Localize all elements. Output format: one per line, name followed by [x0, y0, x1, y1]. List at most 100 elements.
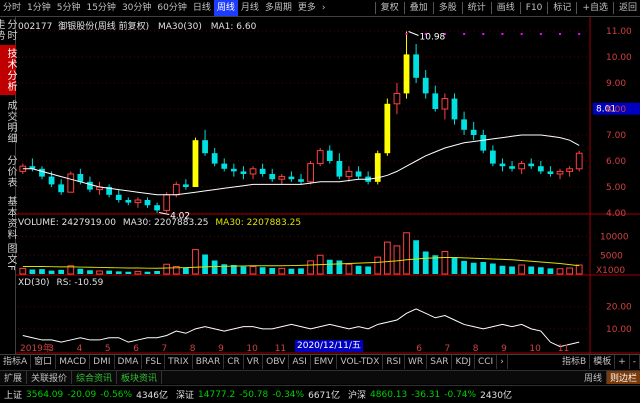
candle[interactable] — [240, 166, 247, 180]
candle[interactable] — [566, 166, 573, 177]
candle[interactable] — [211, 148, 218, 167]
candle[interactable] — [58, 179, 65, 195]
indicator-more[interactable]: › — [497, 355, 508, 369]
indicator-tab-8[interactable]: CR — [224, 355, 244, 369]
action-button-6[interactable]: 标记 — [550, 0, 574, 16]
action-button-2[interactable]: 多股 — [436, 0, 460, 16]
candle[interactable] — [183, 179, 189, 190]
candle[interactable] — [547, 166, 554, 177]
candle[interactable] — [365, 171, 372, 185]
side-tab-4[interactable]: 基本资料 — [0, 195, 16, 241]
candle[interactable] — [393, 83, 401, 115]
action-button-7[interactable]: +自选 — [579, 0, 611, 16]
candle[interactable] — [115, 189, 122, 203]
indicator-right-0[interactable]: 指标B — [559, 355, 591, 369]
indicator-tab-5[interactable]: FSL — [142, 355, 166, 369]
period-tab-10[interactable]: 更多 — [295, 0, 319, 16]
ext-tab-2[interactable]: 综合资讯 — [72, 371, 118, 384]
candle[interactable] — [288, 171, 295, 182]
candle[interactable] — [556, 168, 564, 180]
ext-tab-1[interactable]: 关联报价 — [27, 371, 73, 384]
sidebar-toggle[interactable]: 则边栏 — [606, 371, 640, 384]
side-tab-3[interactable]: 分价表 — [0, 149, 16, 193]
ext-tab-3[interactable]: 板块资讯 — [117, 371, 163, 384]
candle[interactable] — [374, 150, 381, 185]
side-tab-graphics[interactable]: 图文F — [0, 237, 16, 277]
candle[interactable] — [345, 166, 353, 182]
candle[interactable] — [278, 174, 286, 185]
indicator-tab-0[interactable]: 指标A — [0, 355, 32, 369]
period-tab-4[interactable]: 30分钟 — [119, 0, 154, 16]
period-tab-6[interactable]: 日线 — [190, 0, 214, 16]
indicator-right-3[interactable]: - — [630, 355, 640, 369]
candle[interactable] — [432, 85, 439, 112]
period-tab-5[interactable]: 60分钟 — [154, 0, 189, 16]
candle[interactable] — [96, 181, 103, 195]
candle[interactable] — [489, 145, 496, 167]
indicator-tab-13[interactable]: VOL-TDX — [337, 355, 384, 369]
sz-index-name[interactable]: 深证 — [176, 388, 194, 401]
candle[interactable] — [221, 158, 228, 172]
candle[interactable] — [298, 174, 304, 185]
candle[interactable] — [403, 31, 410, 99]
candle[interactable] — [413, 44, 419, 83]
indicator-tab-3[interactable]: DMI — [90, 355, 115, 369]
candle[interactable] — [259, 163, 266, 177]
candle[interactable] — [192, 137, 199, 187]
more-arrow[interactable]: › — [319, 0, 329, 16]
period-tab-8[interactable]: 月线 — [238, 0, 262, 16]
side-tab-2[interactable]: 成交明细 — [0, 97, 16, 147]
indicator-right-1[interactable]: 模板 — [590, 355, 616, 369]
candle[interactable] — [441, 93, 449, 120]
candle[interactable] — [202, 129, 208, 156]
action-button-3[interactable]: 统计 — [465, 0, 489, 16]
indicator-tab-15[interactable]: WR — [405, 355, 428, 369]
candle[interactable] — [326, 145, 333, 164]
candle[interactable] — [154, 202, 160, 213]
period-tab-7[interactable]: 周线 — [213, 0, 238, 16]
indicator-tab-1[interactable]: 窗口 — [31, 355, 57, 369]
candle[interactable] — [422, 70, 429, 99]
action-button-0[interactable]: 复权 — [378, 0, 402, 16]
period-tab-0[interactable]: 分时 — [0, 0, 24, 16]
candle[interactable] — [39, 166, 45, 180]
candle[interactable] — [509, 161, 515, 172]
indicator-tab-10[interactable]: OBV — [263, 355, 290, 369]
candle[interactable] — [106, 184, 113, 198]
kline-chart[interactable]: 10.984.028.0111.0010.009.008.007.006.005… — [16, 17, 640, 354]
period-tab-2[interactable]: 5分钟 — [54, 0, 84, 16]
hs-index-name[interactable]: 沪深 — [348, 388, 366, 401]
indicator-tab-17[interactable]: KDJ — [452, 355, 475, 369]
indicator-tab-6[interactable]: TRIX — [165, 355, 193, 369]
candle[interactable] — [249, 166, 257, 180]
period-tab-1[interactable]: 1分钟 — [24, 0, 54, 16]
candle[interactable] — [575, 150, 583, 172]
candle[interactable] — [316, 148, 324, 167]
side-tab-1[interactable]: 技术分析 — [0, 45, 16, 95]
candle[interactable] — [451, 93, 458, 125]
candle[interactable] — [470, 122, 477, 141]
candle[interactable] — [499, 158, 506, 172]
candle[interactable] — [134, 197, 142, 208]
indicator-tab-14[interactable]: RSI — [383, 355, 406, 369]
candle[interactable] — [269, 168, 276, 182]
action-button-8[interactable]: 返回 — [616, 0, 640, 16]
candle[interactable] — [336, 153, 343, 180]
indicator-tab-4[interactable]: DMA — [115, 355, 143, 369]
candle[interactable] — [384, 98, 391, 156]
action-button-1[interactable]: 叠加 — [407, 0, 431, 16]
ext-tab-0[interactable]: 扩展 — [0, 371, 28, 384]
indicator-right-2[interactable]: + — [615, 355, 630, 369]
indicator-tab-7[interactable]: BRAR — [193, 355, 225, 369]
indicator-tab-9[interactable]: VR — [244, 355, 264, 369]
indicator-tab-18[interactable]: CCI — [475, 355, 498, 369]
action-button-5[interactable]: F10 — [523, 0, 546, 16]
side-tab-0[interactable]: 分时走势 — [0, 17, 16, 43]
candle[interactable] — [144, 197, 151, 208]
candle[interactable] — [125, 197, 132, 206]
period-tab-9[interactable]: 多周期 — [262, 0, 295, 16]
candle[interactable] — [528, 158, 535, 169]
action-button-4[interactable]: 画线 — [494, 0, 518, 16]
candle[interactable] — [518, 161, 526, 174]
period-button[interactable]: 周线 — [580, 371, 607, 384]
